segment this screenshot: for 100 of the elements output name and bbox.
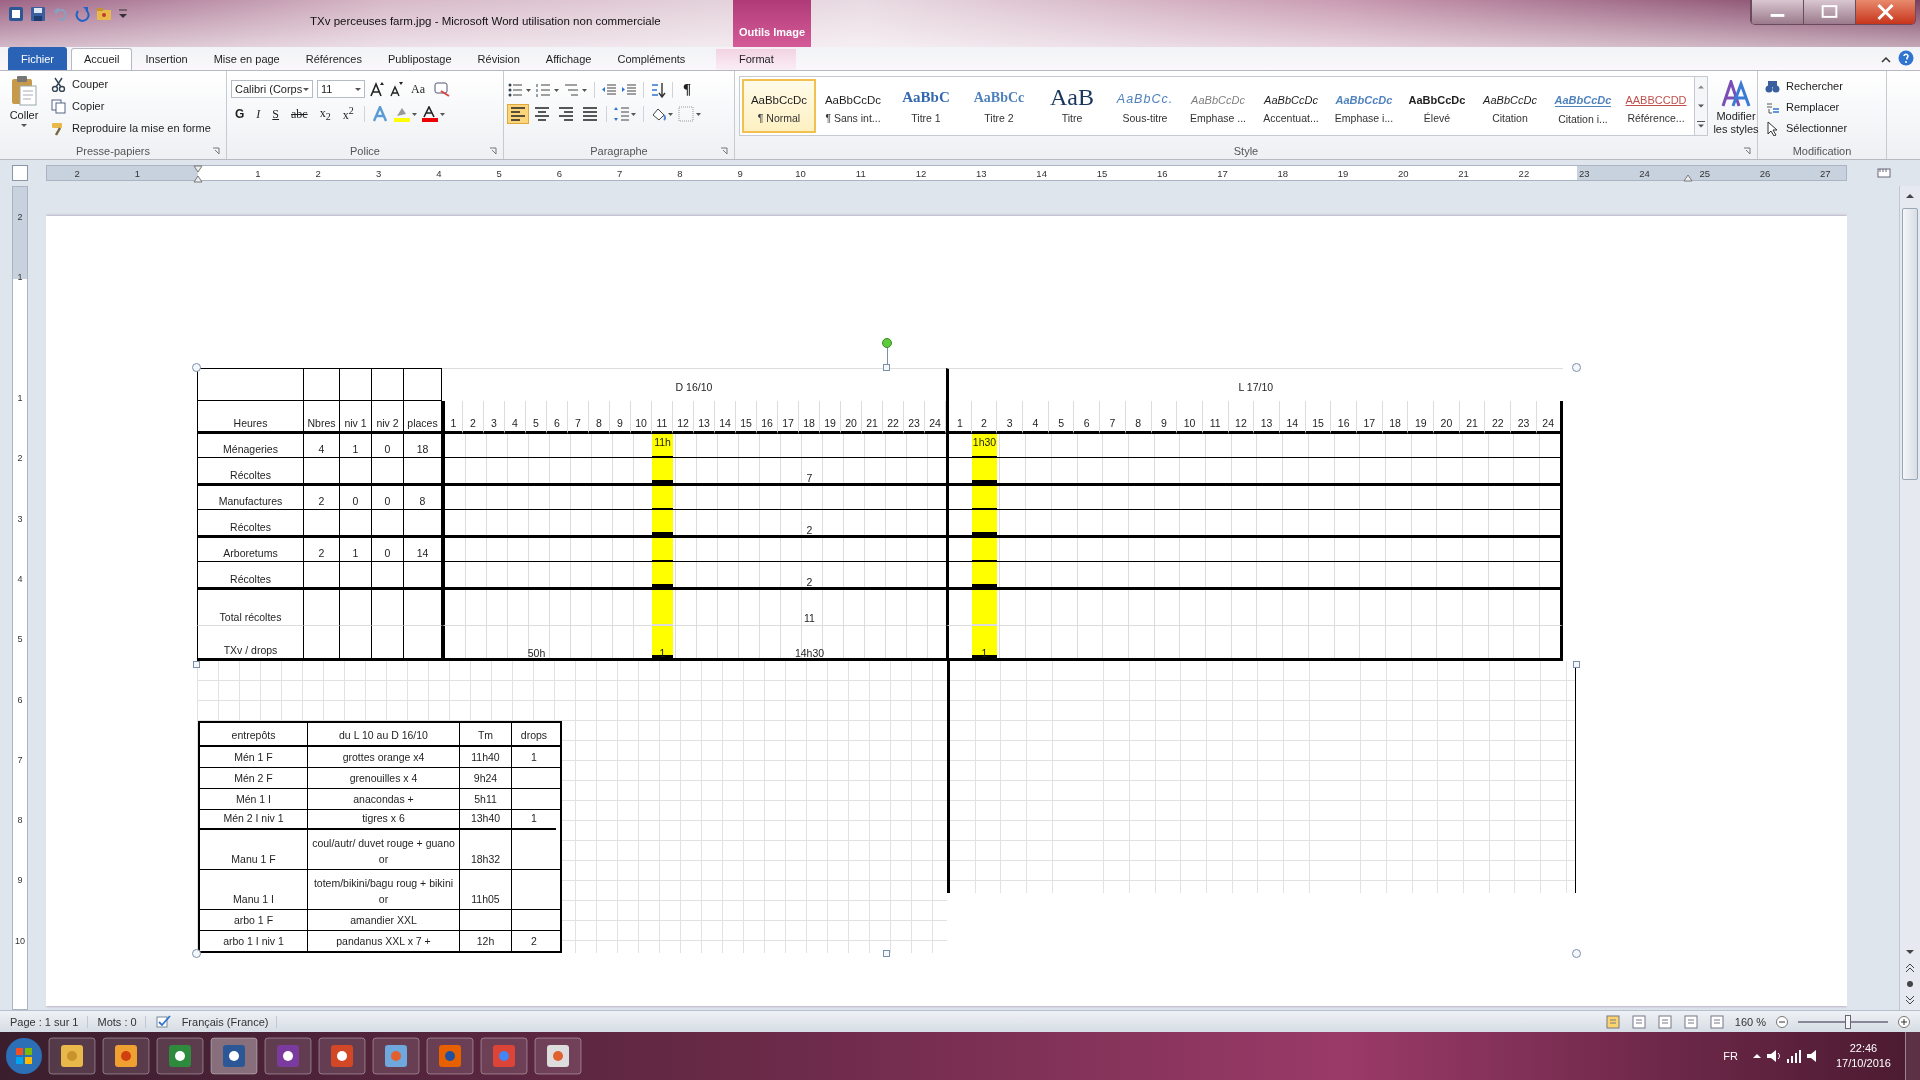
- style-preset[interactable]: AaBbC Titre 1: [890, 79, 962, 133]
- format-button[interactable]: x$^{2}$: [338, 104, 358, 124]
- ribbon-tab[interactable]: Fichier: [8, 47, 67, 70]
- rocket-icon[interactable]: [372, 1036, 420, 1076]
- rotate-handle[interactable]: [881, 338, 892, 348]
- zoom-in-icon[interactable]: [1898, 1015, 1910, 1028]
- resize-handle[interactable]: [1573, 660, 1580, 668]
- align-icon[interactable]: [532, 105, 552, 123]
- dialog-launcher-icon[interactable]: [212, 147, 220, 155]
- minimize-icon[interactable]: [1751, 0, 1803, 24]
- scroll-thumb[interactable]: [1902, 208, 1918, 480]
- zoom-level[interactable]: 160 %: [1734, 1015, 1766, 1028]
- clipboard-button[interactable]: Couper: [48, 74, 214, 94]
- style-preset[interactable]: AaBbCcDc Emphase i...: [1328, 79, 1400, 133]
- show-desktop-button[interactable]: [1905, 1032, 1920, 1080]
- align-icon[interactable]: [556, 105, 576, 123]
- change-case-button[interactable]: Aa: [407, 80, 429, 98]
- paste-button[interactable]: Coller: [4, 74, 44, 143]
- scrollbar[interactable]: [1899, 186, 1920, 1010]
- resize-handle[interactable]: [1572, 363, 1581, 372]
- ribbon-tab[interactable]: Accueil: [71, 48, 133, 70]
- font-size-field[interactable]: 11: [317, 80, 365, 98]
- indent-marker-icon[interactable]: [193, 165, 203, 183]
- clipboard-button[interactable]: Copier: [48, 96, 214, 116]
- ribbon-tab[interactable]: Format: [716, 48, 797, 70]
- close-icon[interactable]: [1855, 0, 1915, 24]
- style-preset[interactable]: AaBbCcDc Citation i...: [1547, 79, 1619, 133]
- indent-marker-icon[interactable]: [1683, 173, 1693, 182]
- modify-styles-button[interactable]: Modifier les styles: [1708, 76, 1764, 136]
- editing-button[interactable]: Remplacer: [1762, 97, 1882, 117]
- clipboard-button[interactable]: Reproduire la mise en forme: [48, 118, 214, 138]
- sort-icon[interactable]: [650, 81, 666, 98]
- font-name-field[interactable]: Calibri (Corps: [231, 80, 313, 98]
- ribbon-tab[interactable]: Affichage: [532, 48, 605, 70]
- signal-icon[interactable]: [1785, 1048, 1802, 1064]
- format-button[interactable]: abc: [287, 105, 312, 123]
- document-icon[interactable]: [210, 1036, 258, 1076]
- dialog-launcher-icon[interactable]: [720, 147, 728, 155]
- ribbon-tab[interactable]: Publipostage: [375, 48, 465, 70]
- font-color-icon[interactable]: [420, 106, 445, 122]
- resize-handle[interactable]: [192, 949, 201, 958]
- clear-format-icon[interactable]: [433, 81, 451, 97]
- text-effect-icon[interactable]: [370, 106, 389, 122]
- outline-icon[interactable]: [1682, 1014, 1699, 1029]
- play-icon[interactable]: [102, 1036, 150, 1076]
- reading-view-icon[interactable]: [1630, 1014, 1647, 1029]
- shading-icon[interactable]: [650, 106, 674, 122]
- style-preset[interactable]: AaBbCcDc Élevé: [1401, 79, 1473, 133]
- folder-icon[interactable]: [48, 1036, 96, 1076]
- style-preset[interactable]: AABBCCDD Référence...: [1620, 79, 1692, 133]
- tray-arrow-icon[interactable]: [1751, 1051, 1762, 1061]
- decrease-indent-icon[interactable]: [601, 82, 617, 97]
- ruler-toggle-icon[interactable]: [1877, 166, 1891, 180]
- previous-page-icon[interactable]: [1904, 962, 1916, 974]
- resize-handle[interactable]: [882, 950, 890, 957]
- palette-icon[interactable]: [534, 1036, 582, 1076]
- draft-icon[interactable]: [1708, 1014, 1725, 1029]
- style-preset[interactable]: AaBbCc Titre 2: [963, 79, 1035, 133]
- style-preset[interactable]: AaBbCcDc ¶ Sans int...: [817, 79, 889, 133]
- word-count[interactable]: Mots : 0: [97, 1015, 146, 1028]
- globe-icon[interactable]: [480, 1036, 528, 1076]
- resize-handle[interactable]: [193, 660, 200, 668]
- dialog-launcher-icon[interactable]: [1743, 147, 1751, 155]
- web-layout-icon[interactable]: [1656, 1014, 1673, 1029]
- resize-handle[interactable]: [882, 364, 890, 371]
- clock-time[interactable]: 22:46: [1849, 1041, 1878, 1056]
- multilevel-list-icon[interactable]: [564, 82, 588, 97]
- style-preset[interactable]: AaB Titre: [1036, 79, 1108, 133]
- zoom-out-icon[interactable]: [1776, 1015, 1788, 1028]
- redo-icon[interactable]: [74, 6, 90, 22]
- start-icon[interactable]: [4, 1036, 44, 1076]
- slides-icon[interactable]: [318, 1036, 366, 1076]
- format-button[interactable]: I: [252, 105, 265, 123]
- page-count[interactable]: Page : 1 sur 1: [10, 1015, 88, 1028]
- ribbon-tab[interactable]: Références: [292, 48, 375, 70]
- align-icon[interactable]: [580, 105, 600, 123]
- format-button[interactable]: x$_{2}$: [315, 104, 335, 124]
- dialog-launcher-icon[interactable]: [489, 147, 497, 155]
- notebook-icon[interactable]: [264, 1036, 312, 1076]
- style-preset[interactable]: AaBbCcDc Emphase ...: [1182, 79, 1254, 133]
- style-preset[interactable]: AaBbCcDc Accentuat...: [1255, 79, 1327, 133]
- ribbon-tab[interactable]: Révision: [464, 48, 533, 70]
- help-icon[interactable]: [1898, 50, 1914, 66]
- style-preset[interactable]: AaBbCcDc Citation: [1474, 79, 1546, 133]
- language-indicator[interactable]: Français (France): [181, 1015, 278, 1028]
- align-icon[interactable]: [508, 105, 528, 123]
- bullet-list-icon[interactable]: [508, 82, 532, 97]
- input-language[interactable]: FR: [1723, 1050, 1738, 1062]
- editing-button[interactable]: Rechercher: [1762, 76, 1882, 96]
- globe-icon[interactable]: [426, 1036, 474, 1076]
- clock-date[interactable]: 17/10/2016: [1835, 1056, 1891, 1071]
- shrink-font-icon[interactable]: [389, 81, 403, 97]
- format-button[interactable]: G: [231, 106, 249, 122]
- style-preset[interactable]: AaBbCc. Sous-titre: [1109, 79, 1181, 133]
- volume-icon[interactable]: [1765, 1048, 1782, 1064]
- resize-handle[interactable]: [1572, 949, 1581, 958]
- browse-object-icon[interactable]: [1904, 978, 1916, 990]
- ribbon-tab[interactable]: Compléments: [604, 48, 699, 70]
- save-icon[interactable]: [30, 6, 46, 22]
- show-marks-button[interactable]: ¶: [679, 80, 696, 99]
